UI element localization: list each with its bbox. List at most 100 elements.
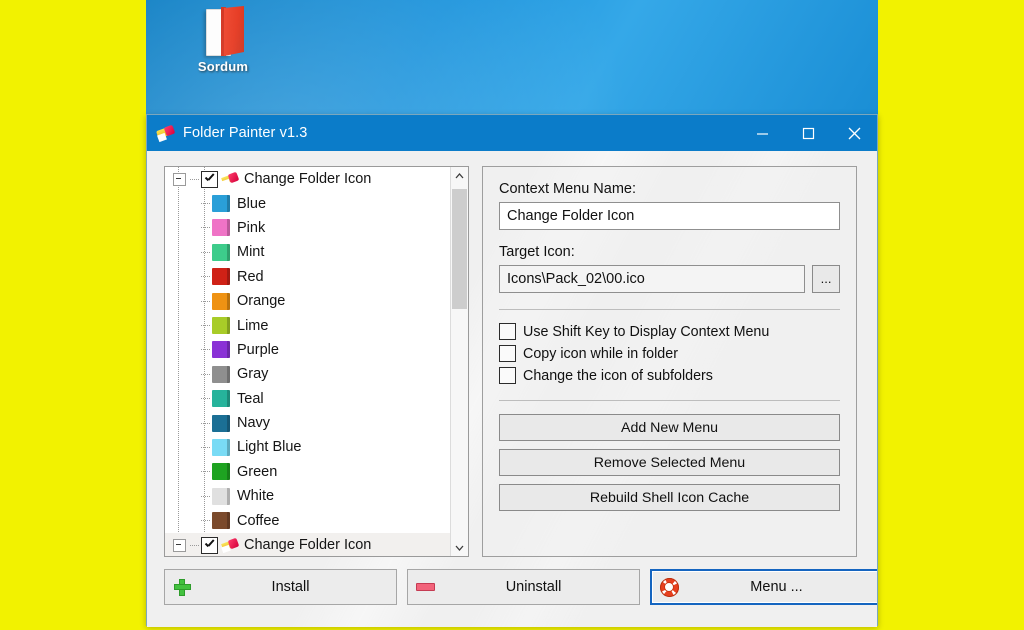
tree-connector [201, 520, 210, 521]
plus-icon [165, 579, 199, 596]
folder-color-swatch [212, 341, 230, 358]
context-menu-name-label: Context Menu Name: [499, 181, 840, 197]
chevron-down-icon[interactable] [451, 539, 468, 556]
scrollbar-thumb[interactable] [452, 189, 467, 309]
tree-item-label: Orange [237, 293, 285, 309]
folder-color-swatch [212, 268, 230, 285]
tree-item[interactable]: Red [165, 265, 451, 289]
option-checkbox[interactable] [499, 323, 516, 340]
screen: Sordum Folder Painter v1.3 [0, 0, 1024, 630]
tree-item-label: Coffee [237, 513, 279, 529]
tree-root-item-2[interactable]: Change Folder Icon [165, 533, 451, 556]
tree-item-label: Mint [237, 244, 264, 260]
tree-connector [201, 471, 210, 472]
uninstall-button-label: Uninstall [442, 579, 639, 595]
paintbrush-icon [156, 124, 174, 142]
tree-item[interactable]: Blue [165, 191, 451, 215]
menu-tree[interactable]: Change Folder Icon Blue Pink Mint Red Orange… [165, 167, 451, 556]
tree-root-checkbox[interactable] [201, 171, 218, 188]
tree-item-label: Purple [237, 342, 279, 358]
tree-item-label: Gray [237, 366, 268, 382]
minimize-icon[interactable] [739, 115, 785, 151]
tree-item[interactable]: Coffee [165, 508, 451, 532]
target-icon-row: ... [499, 265, 840, 293]
minus-icon [408, 583, 442, 591]
tree-item-label: Green [237, 464, 277, 480]
tree-scrollbar[interactable] [450, 167, 468, 556]
tree-item[interactable]: White [165, 484, 451, 508]
close-icon[interactable] [831, 115, 877, 151]
uninstall-button[interactable]: Uninstall [407, 569, 640, 605]
tree-item[interactable]: Green [165, 460, 451, 484]
collapse-toggle-icon[interactable] [173, 539, 186, 552]
action-button-list: Add New Menu Remove Selected Menu Rebuild … [499, 414, 840, 511]
tree-item[interactable]: Navy [165, 411, 451, 435]
action-button[interactable]: Remove Selected Menu [499, 449, 840, 476]
folder-color-swatch [212, 195, 230, 212]
tree-connector [201, 447, 210, 448]
tree-item[interactable]: Purple [165, 338, 451, 362]
tree-item[interactable]: Teal [165, 387, 451, 411]
option-checkbox-row[interactable]: Copy icon while in folder [499, 345, 840, 362]
tree-item-label: Lime [237, 318, 268, 334]
tree-connector [201, 252, 210, 253]
divider [499, 309, 840, 310]
browse-button[interactable]: ... [812, 265, 840, 293]
context-menu-name-input[interactable] [499, 202, 840, 230]
lifering-icon [652, 578, 686, 597]
folder-painter-window: Folder Painter v1.3 [146, 114, 878, 626]
target-icon-input[interactable] [499, 265, 805, 293]
option-checkbox[interactable] [499, 345, 516, 362]
maximize-icon[interactable] [785, 115, 831, 151]
tree-item-label: Light Blue [237, 439, 302, 455]
chevron-up-icon[interactable] [451, 167, 468, 184]
tree-connector [201, 301, 210, 302]
tree-connector [201, 496, 210, 497]
tree-root-2-checkbox[interactable] [201, 537, 218, 554]
folder-color-swatch [212, 293, 230, 310]
option-label: Change the icon of subfolders [523, 368, 713, 384]
tree-connector [201, 227, 210, 228]
folder-color-swatch [212, 415, 230, 432]
menu-button-label: Menu ... [686, 579, 877, 595]
tree-item[interactable]: Pink [165, 216, 451, 240]
tree-item-label: Pink [237, 220, 265, 236]
tree-item[interactable]: Lime [165, 313, 451, 337]
tree-item[interactable]: Mint [165, 240, 451, 264]
tree-root-2-label: Change Folder Icon [244, 537, 371, 553]
folder-color-swatch [212, 219, 230, 236]
option-checkbox-row[interactable]: Use Shift Key to Display Context Menu [499, 323, 840, 340]
option-label: Copy icon while in folder [523, 346, 678, 362]
paintbrush-icon [221, 537, 239, 553]
option-checkbox-row[interactable]: Change the icon of subfolders [499, 367, 840, 384]
action-button[interactable]: Add New Menu [499, 414, 840, 441]
tree-connector [201, 374, 210, 375]
title-bar[interactable]: Folder Painter v1.3 [147, 115, 877, 151]
paintbrush-icon [221, 171, 239, 187]
install-button-label: Install [199, 579, 396, 595]
folder-color-swatch [212, 439, 230, 456]
tree-connector [201, 398, 210, 399]
tree-item[interactable]: Orange [165, 289, 451, 313]
collapse-toggle-icon[interactable] [173, 173, 186, 186]
bottom-toolbar: Install Uninstall Menu ... [164, 569, 877, 609]
folder-color-swatch [212, 390, 230, 407]
folder-color-swatch [212, 512, 230, 529]
folder-color-swatch [212, 366, 230, 383]
install-button[interactable]: Install [164, 569, 397, 605]
tree-item-list: Blue Pink Mint Red Orange Lime Purple Gray Teal N… [165, 191, 451, 532]
option-label: Use Shift Key to Display Context Menu [523, 324, 769, 340]
folder-color-swatch [212, 488, 230, 505]
tree-connector [201, 276, 210, 277]
action-button[interactable]: Rebuild Shell Icon Cache [499, 484, 840, 511]
tree-root-label: Change Folder Icon [244, 171, 371, 187]
tree-item[interactable]: Gray [165, 362, 451, 386]
tree-root-item[interactable]: Change Folder Icon [165, 167, 451, 191]
menu-button[interactable]: Menu ... [650, 569, 877, 605]
desktop-icon-sordum[interactable]: Sordum [173, 6, 273, 74]
tree-item-label: Red [237, 269, 264, 285]
tree-connector [201, 203, 210, 204]
tree-item-label: Teal [237, 391, 264, 407]
tree-item[interactable]: Light Blue [165, 435, 451, 459]
option-checkbox[interactable] [499, 367, 516, 384]
